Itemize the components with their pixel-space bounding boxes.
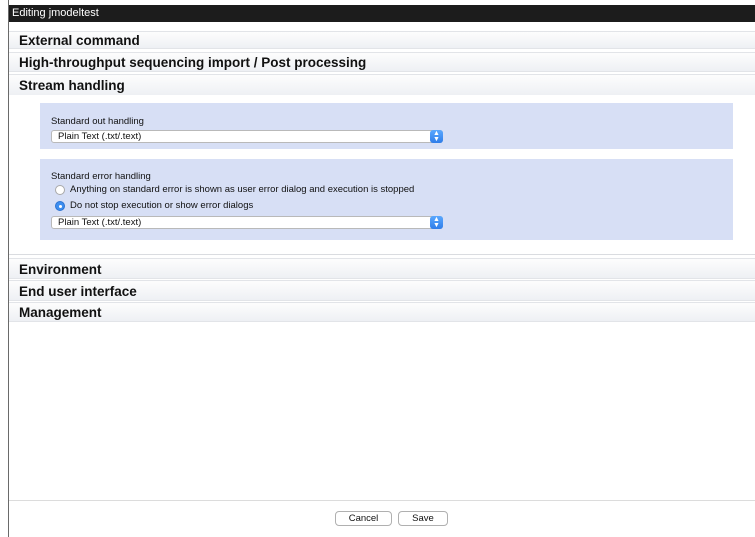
section-stream-handling[interactable]: Stream handling	[9, 74, 755, 95]
stdout-label: Standard out handling	[51, 116, 144, 127]
stderr-format-value: Plain Text (.txt/.text)	[58, 217, 142, 228]
stream-handling-body: Standard out handling Plain Text (.txt/.…	[9, 95, 755, 255]
stderr-option-continue[interactable]: Do not stop execution or show error dial…	[55, 200, 253, 212]
stderr-format-select[interactable]: Plain Text (.txt/.text) ▲ ▼	[51, 216, 443, 229]
radio-button[interactable]	[55, 185, 65, 195]
section-end-user-interface[interactable]: End user interface	[9, 280, 755, 301]
stderr-label: Standard error handling	[51, 171, 151, 182]
stdout-format-select[interactable]: Plain Text (.txt/.text) ▲ ▼	[51, 130, 443, 143]
stdout-panel: Standard out handling Plain Text (.txt/.…	[40, 103, 733, 149]
stderr-panel: Standard error handling Anything on stan…	[40, 159, 733, 240]
section-environment[interactable]: Environment	[9, 258, 755, 279]
chevron-updown-icon: ▲ ▼	[430, 216, 443, 229]
footer-divider	[9, 500, 755, 501]
section-management[interactable]: Management	[9, 302, 755, 322]
section-hts-import[interactable]: High-throughput sequencing import / Post…	[9, 52, 755, 72]
stdout-format-value: Plain Text (.txt/.text)	[58, 131, 142, 142]
editor-window: Editing jmodeltest External command High…	[8, 0, 755, 537]
chevron-updown-icon: ▲ ▼	[430, 130, 443, 143]
stderr-option-label: Do not stop execution or show error dial…	[70, 200, 254, 211]
stderr-option-stop[interactable]: Anything on standard error is shown as u…	[55, 184, 414, 196]
window-title: Editing jmodeltest	[9, 0, 755, 22]
save-button[interactable]: Save	[398, 511, 448, 526]
section-external-command[interactable]: External command	[9, 31, 755, 49]
radio-button-selected[interactable]	[55, 201, 65, 211]
cancel-button[interactable]: Cancel	[335, 511, 392, 526]
stderr-option-label: Anything on standard error is shown as u…	[70, 184, 415, 195]
